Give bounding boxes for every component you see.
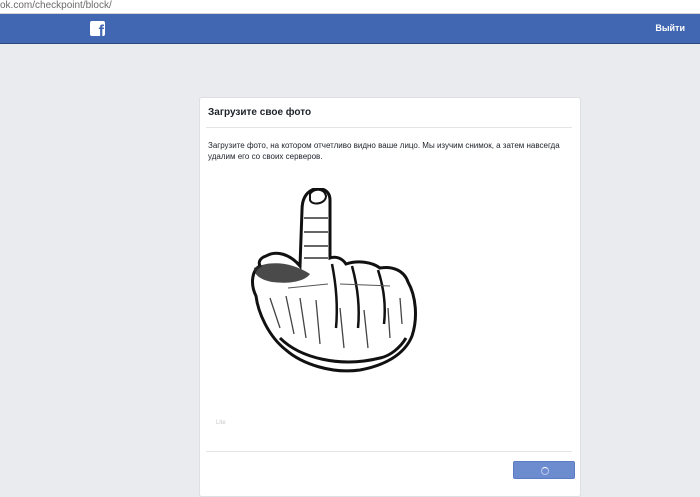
divider <box>206 451 572 452</box>
upload-photo-card: Загрузите свое фото Загрузите фото, на к… <box>199 97 581 497</box>
spinner-icon <box>541 467 549 475</box>
address-bar[interactable]: ok.com/checkpoint/block/ <box>0 0 700 14</box>
card-title: Загрузите свое фото <box>208 107 312 118</box>
url-text: ok.com/checkpoint/block/ <box>0 0 112 11</box>
card-description: Загрузите фото, на котором отчетливо вид… <box>208 141 560 161</box>
divider <box>206 127 572 128</box>
photo-caption: Lite <box>216 420 226 426</box>
top-bar: f Выйти <box>0 14 700 44</box>
facebook-logo-icon[interactable]: f <box>90 21 105 36</box>
continue-button[interactable] <box>513 461 575 479</box>
logout-button[interactable]: Выйти <box>655 23 685 34</box>
logo-letter: f <box>98 23 104 37</box>
uploaded-photo <box>251 188 417 373</box>
